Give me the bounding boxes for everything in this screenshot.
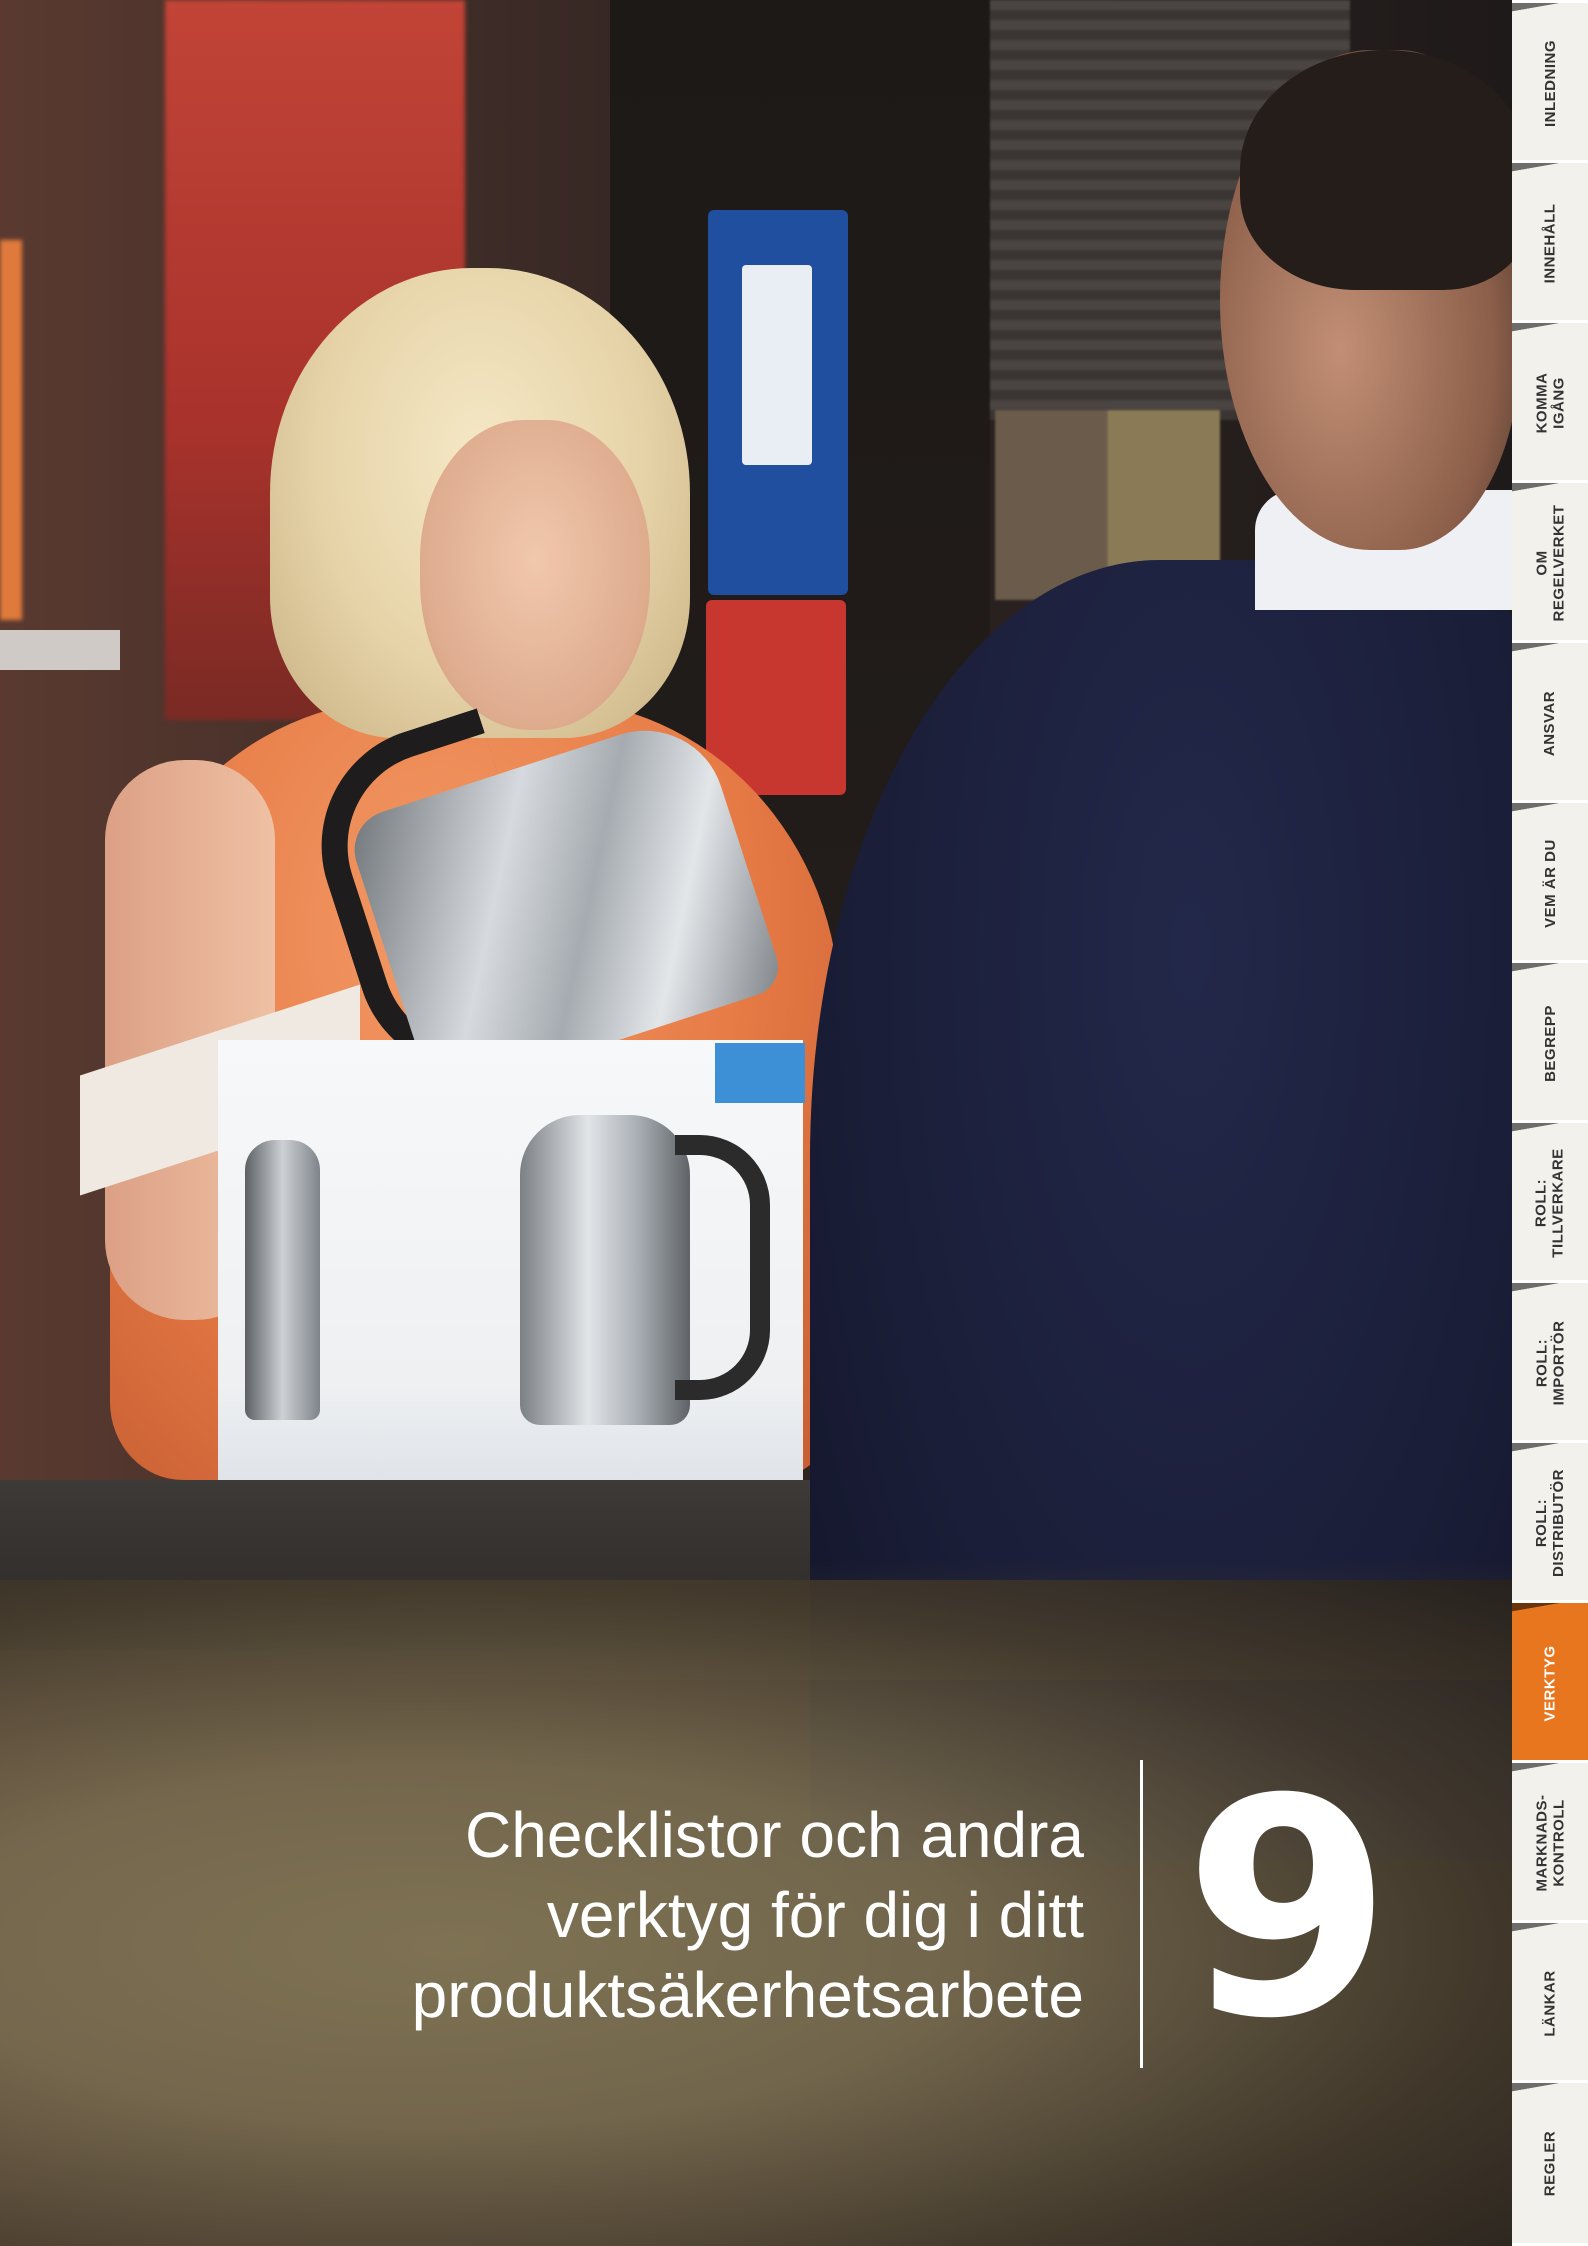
tab-verktyg[interactable]: VERKTYG: [1512, 1600, 1588, 1763]
tab-divider: [1512, 1283, 1588, 1297]
chapter-number: 9: [1183, 1735, 1393, 2084]
tab-label: VEM ÄR DU: [1541, 838, 1559, 928]
tab-divider: [1512, 1443, 1588, 1457]
tab-label: LÄNKAR: [1541, 1969, 1559, 2037]
tab-label: INNEHÅLL: [1541, 203, 1559, 283]
tab-divider: [1512, 803, 1588, 817]
tab-label: OM REGELVERKET: [1533, 504, 1567, 622]
tab-vem-är-du[interactable]: VEM ÄR DU: [1512, 800, 1588, 963]
tab-divider: [1512, 163, 1588, 177]
tab-label: ANSVAR: [1541, 690, 1559, 756]
box-kettle-image: [520, 1115, 690, 1425]
tab-divider: [1512, 483, 1588, 497]
tab-innehåll[interactable]: INNEHÅLL: [1512, 160, 1588, 323]
background-shelf-edge: [0, 240, 22, 620]
tab-divider: [1512, 1603, 1588, 1617]
box-kettle-image-handle: [675, 1135, 770, 1400]
background-shelf: [0, 630, 120, 670]
page-title-line: produktsäkerhetsarbete: [411, 1959, 1084, 2031]
tab-regler[interactable]: REGLER: [1512, 2080, 1588, 2243]
tab-om-regelverket[interactable]: OM REGELVERKET: [1512, 480, 1588, 643]
tab-ansvar[interactable]: ANSVAR: [1512, 640, 1588, 803]
page-title-line: verktyg för dig i ditt: [546, 1879, 1084, 1951]
page-title-line: Checklistor och andra: [465, 1799, 1084, 1871]
tab-divider: [1512, 963, 1588, 977]
tab-label: VERKTYG: [1541, 1644, 1559, 1722]
tab-divider: [1512, 323, 1588, 337]
tab-label: ROLL: TILLVERKARE: [1533, 1148, 1568, 1258]
tab-roll-tillverkare[interactable]: ROLL: TILLVERKARE: [1512, 1120, 1588, 1283]
tab-label: BEGREPP: [1541, 1004, 1559, 1082]
tab-roll-distributör[interactable]: ROLL: DISTRIBUTÖR: [1512, 1440, 1588, 1603]
tab-divider: [1512, 1123, 1588, 1137]
tab-label: REGLER: [1541, 2130, 1559, 2196]
tab-komma-igång[interactable]: KOMMA IGÅNG: [1512, 320, 1588, 483]
background-sign-arrow: [742, 265, 812, 465]
title-divider: [1140, 1760, 1143, 2068]
box-kettle-image-small: [245, 1140, 320, 1420]
woman-face: [420, 420, 650, 730]
tab-inledning[interactable]: INLEDNING: [1512, 0, 1588, 163]
tab-roll-importör[interactable]: ROLL: IMPORTÖR: [1512, 1280, 1588, 1443]
tab-länkar[interactable]: LÄNKAR: [1512, 1920, 1588, 2083]
tab-begrepp[interactable]: BEGREPP: [1512, 960, 1588, 1123]
tab-divider: [1512, 3, 1588, 17]
section-tabs: INLEDNING INNEHÅLL KOMMA IGÅNG OM REGELVERK…: [1512, 0, 1588, 2246]
page-title: Checklistor och andra verktyg för dig i …: [184, 1795, 1084, 2035]
tab-divider: [1512, 643, 1588, 657]
tab-label: MARKNADS- KONTROLL: [1533, 1794, 1567, 1892]
box-corner: [715, 1043, 805, 1103]
tab-label: KOMMA IGÅNG: [1532, 372, 1567, 434]
tab-divider: [1512, 2083, 1588, 2097]
tab-divider: [1512, 1763, 1588, 1777]
man-hair: [1240, 50, 1512, 290]
tab-label: ROLL: IMPORTÖR: [1533, 1320, 1567, 1406]
tab-label: INLEDNING: [1541, 39, 1559, 127]
tab-divider: [1512, 1923, 1588, 1937]
tab-label: ROLL: DISTRIBUTÖR: [1533, 1469, 1567, 1577]
tab-marknads-kontroll[interactable]: MARKNADS- KONTROLL: [1512, 1760, 1588, 1923]
